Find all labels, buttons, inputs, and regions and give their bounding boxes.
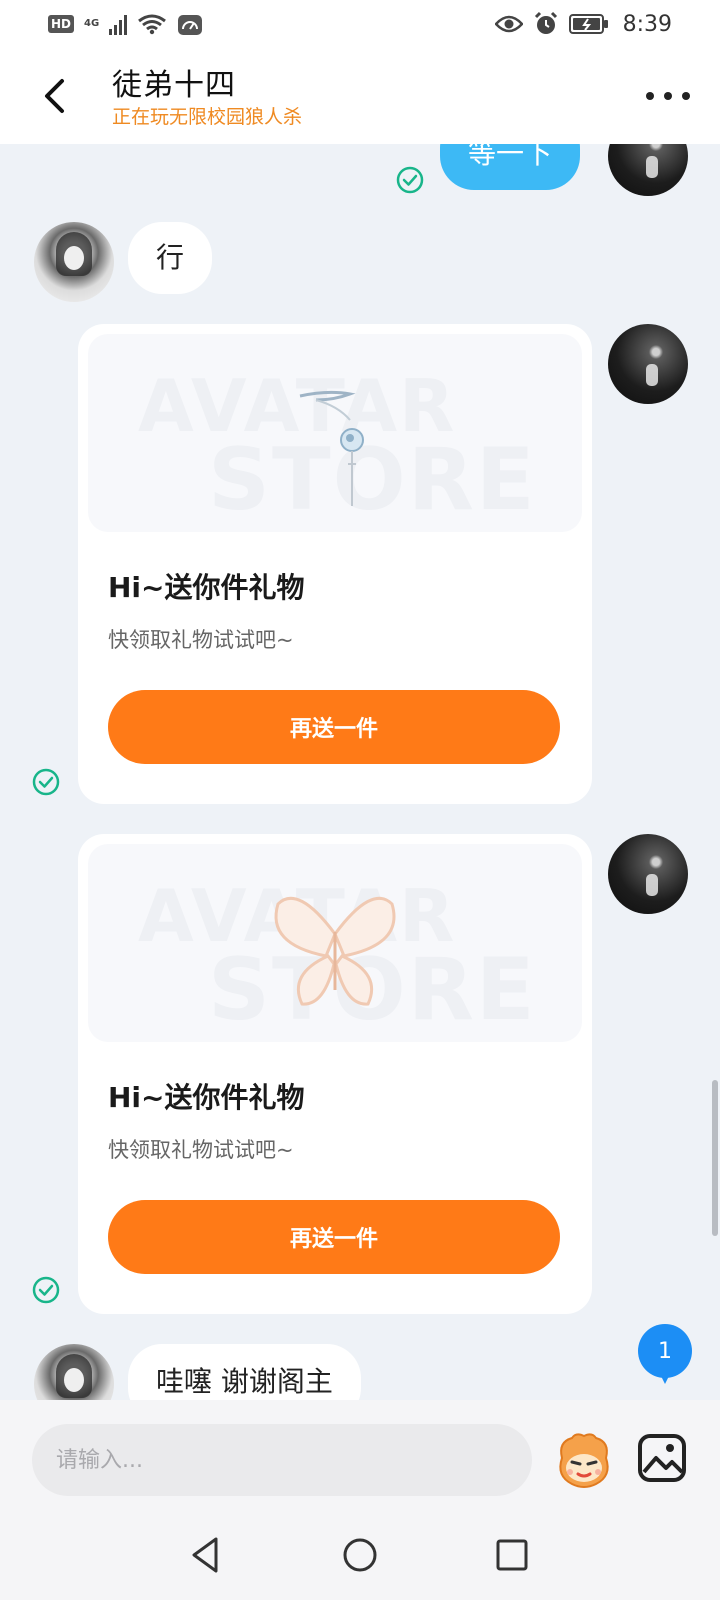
incoming-message-bubble[interactable]: 哇噻 谢谢阁主 xyxy=(128,1344,361,1400)
alarm-icon xyxy=(534,11,557,34)
eye-icon xyxy=(494,15,523,33)
image-picker-icon[interactable] xyxy=(636,1432,688,1484)
send-another-gift-button[interactable]: 再送一件 xyxy=(108,690,560,764)
chat-header: 徒弟十四 正在玩无限校园狼人杀 xyxy=(0,48,720,144)
gift-title: Hi~送你件礼物 xyxy=(108,1081,305,1114)
contact-activity-status: 正在玩无限校园狼人杀 xyxy=(112,106,303,128)
network-type-label: 4G xyxy=(84,18,100,29)
message-input-bar xyxy=(0,1400,720,1510)
contact-name: 徒弟十四 xyxy=(112,68,236,103)
status-time: 8:39 xyxy=(622,11,672,37)
self-avatar[interactable] xyxy=(608,324,688,404)
wifi-icon xyxy=(138,14,167,35)
gift-preview-image: AVATAR STORE xyxy=(88,844,582,1042)
butterfly-gift-icon xyxy=(274,896,396,1006)
hd-icon: HD xyxy=(48,15,75,33)
more-dot-icon xyxy=(646,92,654,100)
send-another-gift-button[interactable]: 再送一件 xyxy=(108,1200,560,1274)
speedometer-icon xyxy=(178,15,203,35)
scrollbar-thumb[interactable] xyxy=(712,1080,718,1236)
status-left: HD 4G xyxy=(48,12,203,36)
message-text: 哇噻 谢谢阁主 xyxy=(156,1365,333,1398)
self-avatar[interactable] xyxy=(608,144,688,196)
signal-bars-icon xyxy=(109,13,128,35)
sent-check-icon xyxy=(32,1276,60,1304)
nav-home-icon[interactable] xyxy=(335,1530,385,1580)
unread-count-badge[interactable]: 1 xyxy=(638,1324,692,1384)
emoji-mascot-button-icon[interactable] xyxy=(552,1428,616,1492)
nav-back-icon[interactable] xyxy=(182,1530,232,1580)
chat-message-list[interactable]: 等一下 行 AVATAR STORE Hi~送你件礼物 快领取礼物试试吧~ 再送… xyxy=(0,144,720,1400)
signal-icon: 4G xyxy=(84,19,99,29)
gift-subtitle: 快领取礼物试试吧~ xyxy=(108,1138,294,1162)
self-avatar[interactable] xyxy=(608,834,688,914)
hairpin-gift-icon xyxy=(299,390,364,506)
system-navigation-bar xyxy=(0,1510,720,1600)
status-bar: HD 4G 8:39 xyxy=(0,0,720,48)
more-dot-icon xyxy=(664,92,672,100)
status-right: 8:39 xyxy=(494,11,672,37)
back-button[interactable] xyxy=(34,70,74,122)
message-text: 行 xyxy=(156,241,185,274)
message-text: 等一下 xyxy=(468,144,553,170)
gift-subtitle: 快领取礼物试试吧~ xyxy=(108,628,294,652)
battery-icon xyxy=(568,14,608,34)
gift-preview-image: AVATAR STORE xyxy=(88,334,582,532)
sent-check-icon xyxy=(396,166,424,194)
contact-avatar[interactable] xyxy=(34,1344,114,1400)
gift-card[interactable]: AVATAR STORE Hi~送你件礼物 快领取礼物试试吧~ 再送一件 xyxy=(78,834,592,1314)
message-input[interactable] xyxy=(32,1424,532,1496)
chevron-left-icon xyxy=(45,79,64,113)
nav-recents-icon[interactable] xyxy=(487,1530,537,1580)
more-dot-icon xyxy=(682,92,690,100)
outgoing-message-bubble[interactable]: 等一下 xyxy=(440,144,581,190)
sent-check-icon xyxy=(32,768,60,796)
more-options-button[interactable] xyxy=(646,84,690,108)
incoming-message-bubble[interactable]: 行 xyxy=(128,222,213,294)
gift-title: Hi~送你件礼物 xyxy=(108,571,305,604)
contact-avatar[interactable] xyxy=(34,222,114,302)
gift-card[interactable]: AVATAR STORE Hi~送你件礼物 快领取礼物试试吧~ 再送一件 xyxy=(78,324,592,804)
